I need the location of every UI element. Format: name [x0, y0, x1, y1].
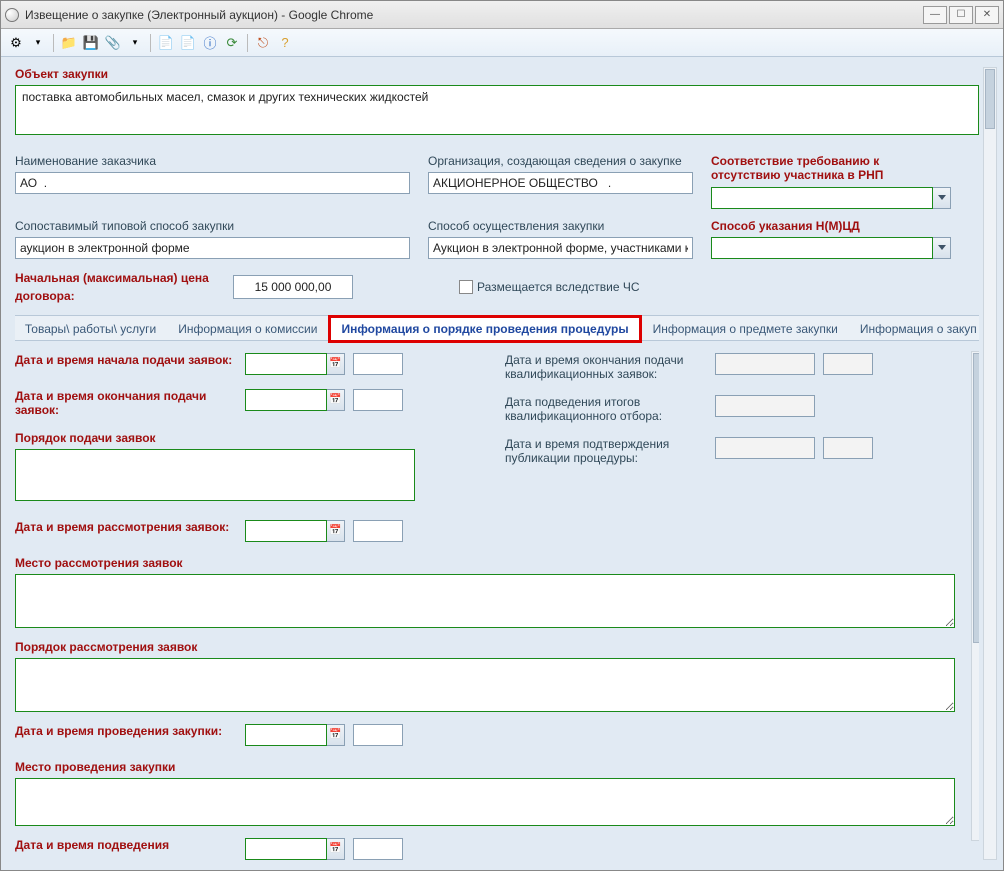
tab-scrollbar[interactable] — [971, 351, 979, 841]
calendar-icon[interactable]: 📅 — [327, 353, 345, 375]
save-icon[interactable]: 💾 — [82, 34, 100, 52]
object-label: Объект закупки — [15, 67, 979, 81]
tab-goods[interactable]: Товары\ работы\ услуги — [15, 316, 167, 340]
review-date-input[interactable]: 📅 — [245, 520, 345, 542]
rnp-dropdown[interactable] — [711, 187, 951, 209]
refresh-icon[interactable]: ⟳ — [223, 34, 241, 52]
end-date-label: Дата и время окончания подачи заявок: — [15, 389, 245, 417]
qual-end-date — [715, 353, 815, 375]
calendar-icon[interactable]: 📅 — [327, 724, 345, 746]
review-time-field[interactable] — [353, 520, 403, 542]
review-place-textarea[interactable] — [15, 574, 955, 628]
org-input[interactable] — [428, 172, 693, 194]
tab-subject[interactable]: Информация о предмете закупки — [642, 316, 849, 340]
nmcd-dropdown[interactable] — [711, 237, 951, 259]
rnp-value[interactable] — [711, 187, 933, 209]
typemethod-label: Сопоставимый типовой способ закупки — [15, 219, 410, 233]
chs-checkbox[interactable] — [459, 280, 473, 294]
tab-commission[interactable]: Информация о комиссии — [167, 316, 328, 340]
rnp-label: Соответствие требованию к отсутствию уча… — [711, 154, 951, 183]
start-time-field[interactable] — [353, 353, 403, 375]
pub-confirm-time — [823, 437, 873, 459]
toolbar: ⚙ ▾ 📁 💾 📎 ▾ 📄 📄 ⓘ ⟳ ⎋ ? — [1, 29, 1003, 57]
nmcd-value[interactable] — [711, 237, 933, 259]
review-order-textarea[interactable] — [15, 658, 955, 712]
qual-end-label: Дата и время окончания подачи квалификац… — [505, 353, 715, 381]
tab-purchase[interactable]: Информация о закуп — [849, 316, 979, 340]
window-title: Извещение о закупке (Электронный аукцион… — [25, 8, 373, 22]
pub-confirm-label: Дата и время подтверждения публикации пр… — [505, 437, 715, 465]
chevron-down-icon[interactable] — [933, 187, 951, 209]
tab-procedure[interactable]: Информация о порядке проведения процедур… — [328, 315, 641, 343]
review-date-field[interactable] — [245, 520, 327, 542]
results-date-input[interactable]: 📅 — [245, 838, 345, 860]
method-label: Способ осуществления закупки — [428, 219, 693, 233]
scrollbar-thumb[interactable] — [985, 69, 995, 129]
results-date-label: Дата и время подведения — [15, 838, 245, 852]
chevron-down-icon[interactable]: ▾ — [29, 34, 47, 52]
object-textarea[interactable] — [15, 85, 979, 135]
attach-icon[interactable]: 📎 — [104, 34, 122, 52]
info-icon[interactable]: ⓘ — [201, 34, 219, 52]
order-submit-label: Порядок подачи заявок — [15, 431, 475, 445]
results-date-field[interactable] — [245, 838, 327, 860]
order-submit-textarea[interactable] — [15, 449, 415, 501]
customer-label: Наименование заказчика — [15, 154, 410, 168]
conduct-time-field[interactable] — [353, 724, 403, 746]
end-date-input[interactable]: 📅 — [245, 389, 345, 411]
tabs: ◄ Товары\ работы\ услуги Информация о ко… — [15, 315, 979, 341]
conduct-date-field[interactable] — [245, 724, 327, 746]
doc2-icon[interactable]: 📄 — [179, 34, 197, 52]
action-icon[interactable]: ⚙ — [7, 34, 25, 52]
titlebar: Извещение о закупке (Электронный аукцион… — [1, 1, 1003, 29]
review-place-label: Место рассмотрения заявок — [15, 556, 979, 570]
review-order-label: Порядок рассмотрения заявок — [15, 640, 979, 654]
conduct-date-label: Дата и время проведения закупки: — [15, 724, 245, 738]
conduct-place-textarea[interactable] — [15, 778, 955, 826]
nmcd-label: Способ указания Н(М)ЦД — [711, 219, 951, 233]
close-button[interactable]: ✕ — [975, 6, 999, 24]
scrollbar-thumb[interactable] — [973, 353, 979, 643]
globe-icon — [5, 8, 19, 22]
end-time-field[interactable] — [353, 389, 403, 411]
start-date-label: Дата и время начала подачи заявок: — [15, 353, 245, 367]
customer-input[interactable] — [15, 172, 410, 194]
qual-results-date — [715, 395, 815, 417]
main-scrollbar[interactable] — [983, 67, 997, 860]
conduct-date-input[interactable]: 📅 — [245, 724, 345, 746]
help-icon[interactable]: ? — [276, 34, 294, 52]
calendar-icon[interactable]: 📅 — [327, 389, 345, 411]
review-date-label: Дата и время рассмотрения заявок: — [15, 520, 245, 534]
folder-icon[interactable]: 📁 — [60, 34, 78, 52]
minimize-button[interactable]: — — [923, 6, 947, 24]
method-input[interactable] — [428, 237, 693, 259]
start-date-input[interactable]: 📅 — [245, 353, 345, 375]
pub-confirm-date — [715, 437, 815, 459]
start-date-field[interactable] — [245, 353, 327, 375]
qual-results-label: Дата подведения итогов квалификационного… — [505, 395, 715, 423]
price-value[interactable]: 15 000 000,00 — [233, 275, 353, 299]
qual-end-time — [823, 353, 873, 375]
maximize-button[interactable]: ☐ — [949, 6, 973, 24]
conduct-place-label: Место проведения закупки — [15, 760, 979, 774]
results-time-field[interactable] — [353, 838, 403, 860]
end-date-field[interactable] — [245, 389, 327, 411]
doc-icon[interactable]: 📄 — [157, 34, 175, 52]
price-label: Начальная (максимальная) цена договора: — [15, 271, 209, 303]
calendar-icon[interactable]: 📅 — [327, 520, 345, 542]
chs-label: Размещается вследствие ЧС — [477, 280, 640, 294]
org-label: Организация, создающая сведения о закупк… — [428, 154, 693, 168]
chevron-down-icon[interactable]: ▾ — [126, 34, 144, 52]
chevron-down-icon[interactable] — [933, 237, 951, 259]
exit-icon[interactable]: ⎋ — [254, 34, 272, 52]
calendar-icon[interactable]: 📅 — [327, 838, 345, 860]
typemethod-input[interactable] — [15, 237, 410, 259]
